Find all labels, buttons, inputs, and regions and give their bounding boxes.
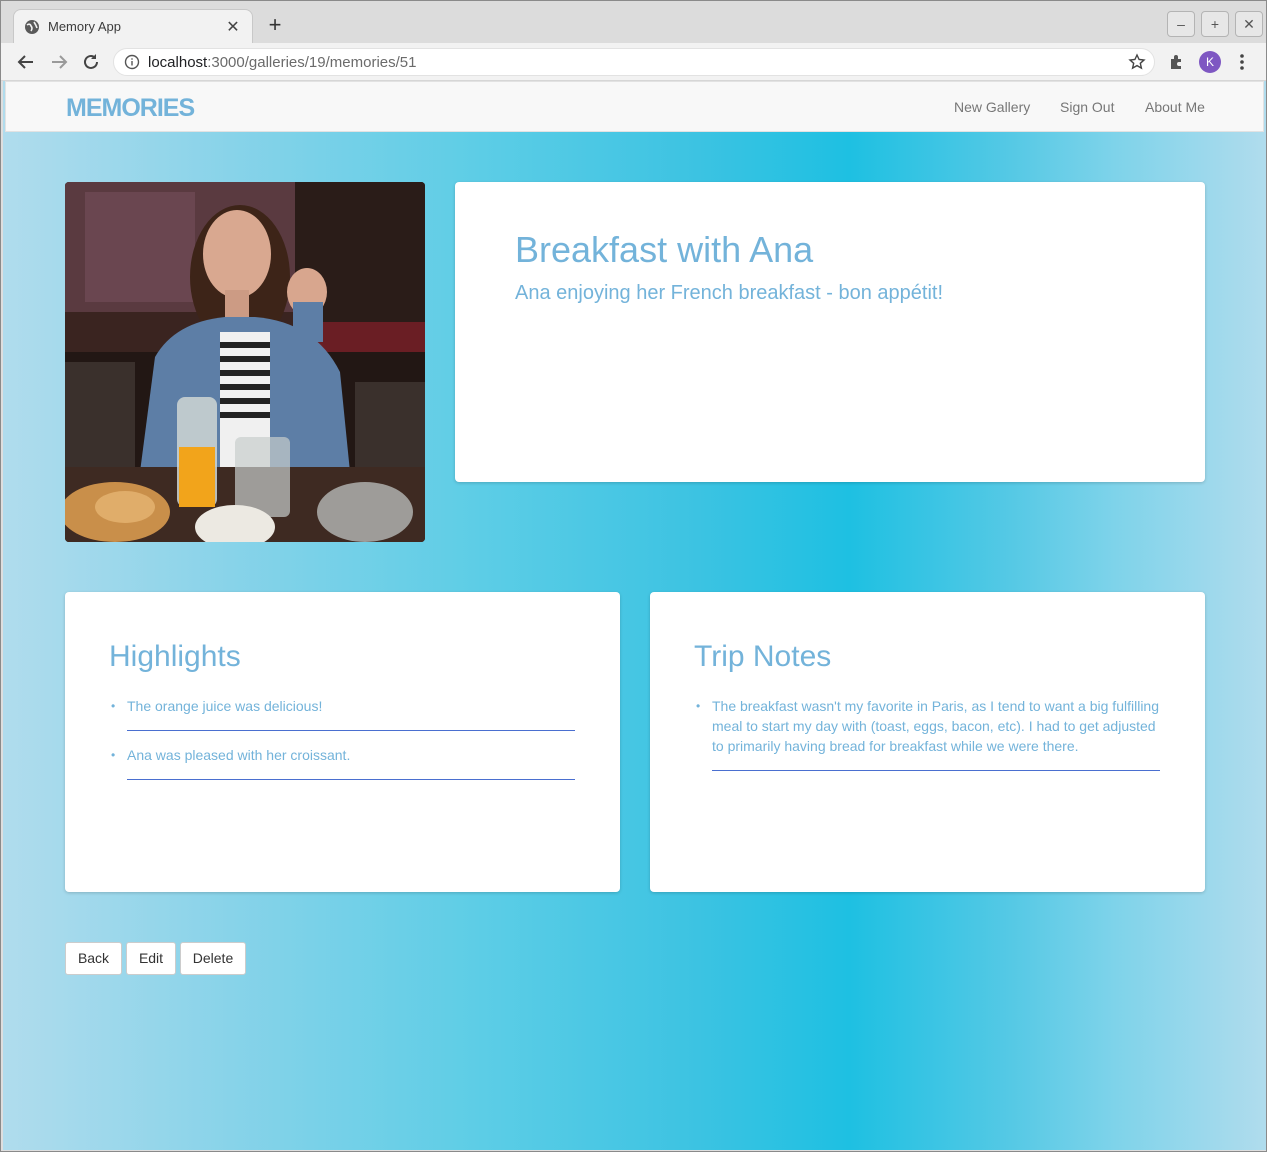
memory-title: Breakfast with Ana bbox=[515, 229, 814, 270]
delete-button[interactable]: Delete bbox=[180, 942, 246, 975]
list-item: The breakfast wasn't my favorite in Pari… bbox=[696, 696, 1160, 771]
list-item: Ana was pleased with her croissant. bbox=[111, 745, 575, 780]
url-path: :3000/galleries/19/memories/51 bbox=[207, 53, 417, 71]
trip-notes-list: The breakfast wasn't my favorite in Pari… bbox=[696, 696, 1160, 785]
trip-notes-card: Trip Notes The breakfast wasn't my favor… bbox=[650, 592, 1205, 892]
browser-toolbar: localhost:3000/galleries/19/memories/51 … bbox=[1, 43, 1266, 81]
site-navbar: MEMORIES New Gallery Sign Out About Me bbox=[5, 81, 1264, 132]
profile-avatar[interactable]: K bbox=[1199, 51, 1221, 73]
browser-window: Memory App ✕ + – + ✕ localhost:3000/gall… bbox=[0, 0, 1267, 1152]
nav-about-me[interactable]: About Me bbox=[1145, 99, 1205, 115]
trip-notes-heading: Trip Notes bbox=[694, 640, 832, 673]
reload-icon[interactable] bbox=[80, 51, 102, 73]
bookmark-star-icon[interactable] bbox=[1128, 53, 1146, 71]
edit-button[interactable]: Edit bbox=[126, 942, 176, 975]
extensions-puzzle-icon[interactable] bbox=[1166, 51, 1188, 73]
window-close-icon[interactable]: ✕ bbox=[1235, 11, 1263, 37]
memory-info-card: Breakfast with Ana Ana enjoying her Fren… bbox=[455, 182, 1205, 482]
highlights-heading: Highlights bbox=[109, 640, 241, 673]
minimize-icon[interactable]: – bbox=[1167, 11, 1195, 37]
list-item: The orange juice was delicious! bbox=[111, 696, 575, 731]
brand-logo[interactable]: MEMORIES bbox=[66, 94, 195, 123]
maximize-icon[interactable]: + bbox=[1201, 11, 1229, 37]
url-host: localhost bbox=[148, 53, 208, 71]
address-bar[interactable]: localhost:3000/galleries/19/memories/51 bbox=[113, 48, 1155, 76]
browser-tab[interactable]: Memory App ✕ bbox=[13, 9, 253, 43]
info-icon[interactable] bbox=[124, 54, 140, 70]
nav-new-gallery[interactable]: New Gallery bbox=[954, 99, 1030, 115]
page-viewport: MEMORIES New Gallery Sign Out About Me B… bbox=[3, 81, 1266, 1150]
back-button[interactable]: Back bbox=[65, 942, 122, 975]
forward-arrow-icon[interactable] bbox=[48, 51, 70, 73]
globe-icon bbox=[25, 19, 39, 34]
back-arrow-icon[interactable] bbox=[15, 51, 37, 73]
memory-photo bbox=[65, 182, 425, 542]
memory-description: Ana enjoying her French breakfast - bon … bbox=[515, 282, 944, 304]
nav-sign-out[interactable]: Sign Out bbox=[1060, 99, 1114, 115]
new-tab-icon[interactable]: + bbox=[265, 13, 285, 37]
tab-strip: Memory App ✕ + – + ✕ bbox=[1, 1, 1266, 43]
highlights-card: Highlights The orange juice was deliciou… bbox=[65, 592, 620, 892]
close-tab-icon[interactable]: ✕ bbox=[224, 17, 242, 37]
highlights-list: The orange juice was delicious! Ana was … bbox=[111, 696, 575, 794]
kebab-menu-icon[interactable] bbox=[1231, 51, 1253, 73]
tab-title: Memory App bbox=[48, 19, 121, 34]
